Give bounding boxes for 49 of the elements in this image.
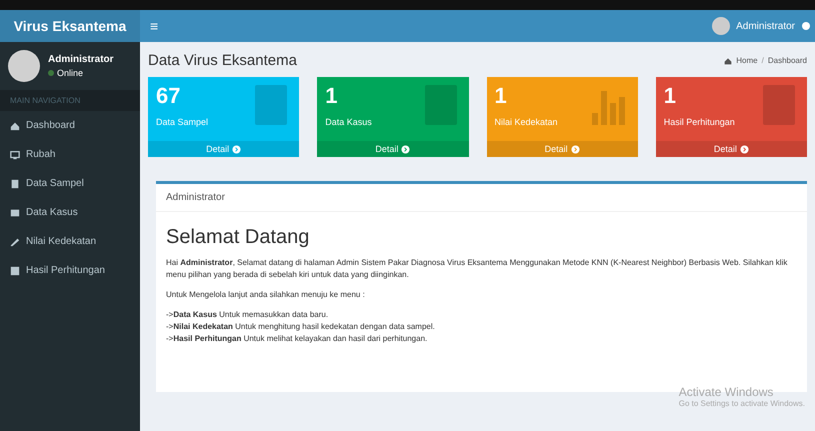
menu-item-icon bbox=[10, 236, 20, 246]
stat-label: Hasil Perhitungan bbox=[664, 117, 735, 127]
card-header: Administrator bbox=[156, 184, 807, 212]
stat-value: 67 bbox=[156, 83, 182, 109]
welcome-paragraph: Untuk Mengelola lanjut anda silahkan menuju ke menu : bbox=[166, 289, 366, 301]
sidebar-item[interactable]: Nilai Kedekatan bbox=[26, 236, 96, 247]
welcome-heading: Selamat Datang bbox=[166, 226, 310, 249]
user-status: Online bbox=[57, 68, 84, 78]
chevron-circle-icon bbox=[740, 144, 749, 154]
detail-link[interactable]: Detail bbox=[317, 141, 468, 157]
breadcrumb-item[interactable]: Dashboard bbox=[768, 56, 807, 65]
chevron-circle-icon bbox=[401, 144, 410, 154]
home-icon bbox=[724, 56, 732, 64]
user-name[interactable]: Administrator bbox=[736, 20, 795, 32]
sidebar-item[interactable]: Data Sampel bbox=[26, 178, 84, 189]
sidebar-header: MAIN NAVIGATION bbox=[0, 90, 140, 111]
welcome-paragraph: Hai Administrator, Selamat datang di halaman Admin Sistem Pakar Diagnosa Virus Eksantema Menggunakan Metode KNN (K-Nearest Neighbor) Berbasis Web. Silahkan klik menu pilihan yang berada di sebelah kiri untuk data yang diinginkan. bbox=[166, 257, 788, 281]
stat-value: 1 bbox=[664, 83, 677, 109]
sidebar-item[interactable]: Hasil Perhitungan bbox=[26, 265, 105, 276]
sidebar-item[interactable]: Rubah bbox=[26, 149, 56, 160]
menu-toggle[interactable]: ≡ bbox=[150, 18, 158, 34]
avatar bbox=[8, 50, 40, 82]
breadcrumb-separator: / bbox=[762, 56, 764, 65]
stat-label: Data Kasus bbox=[325, 117, 372, 127]
stat-label: Data Sampel bbox=[156, 117, 208, 127]
menu-item-icon bbox=[10, 178, 20, 188]
activation-title: Activate Windows bbox=[678, 385, 774, 399]
menu-note: ->Data Kasus Untuk memasukkan data baru. bbox=[166, 309, 330, 321]
stat-value: 1 bbox=[494, 83, 508, 109]
activation-subtitle: Go to Settings to activate Windows. bbox=[678, 399, 805, 408]
menu-item-icon bbox=[10, 120, 20, 130]
chevron-circle-icon bbox=[232, 144, 242, 154]
menu-note: ->Hasil Perhitungan Untuk melihat kelayakan dan hasil dari perhitungan. bbox=[166, 333, 428, 345]
status-dot-icon bbox=[48, 70, 54, 76]
menu-item-icon bbox=[10, 208, 20, 218]
avatar[interactable] bbox=[712, 17, 730, 35]
page-title: Data Virus Eksantema bbox=[148, 52, 297, 69]
sidebar-item[interactable]: Dashboard bbox=[26, 120, 75, 131]
stat-value: 1 bbox=[325, 83, 338, 109]
sidebar-item[interactable]: Data Kasus bbox=[26, 207, 78, 218]
user-name: Administrator bbox=[48, 54, 114, 65]
menu-note: ->Nilai Kedekatan Untuk menghitung hasil kedekatan dengan data sampel. bbox=[166, 321, 436, 333]
detail-link[interactable]: Detail bbox=[656, 141, 807, 157]
menu-item-icon bbox=[10, 150, 20, 160]
brand-title[interactable]: Virus Eksantema bbox=[0, 10, 140, 42]
breadcrumb-item[interactable]: Home bbox=[736, 56, 758, 65]
menu-item-icon bbox=[10, 266, 20, 276]
chevron-circle-icon bbox=[570, 144, 580, 154]
stat-label: Nilai Kedekatan bbox=[494, 117, 558, 127]
